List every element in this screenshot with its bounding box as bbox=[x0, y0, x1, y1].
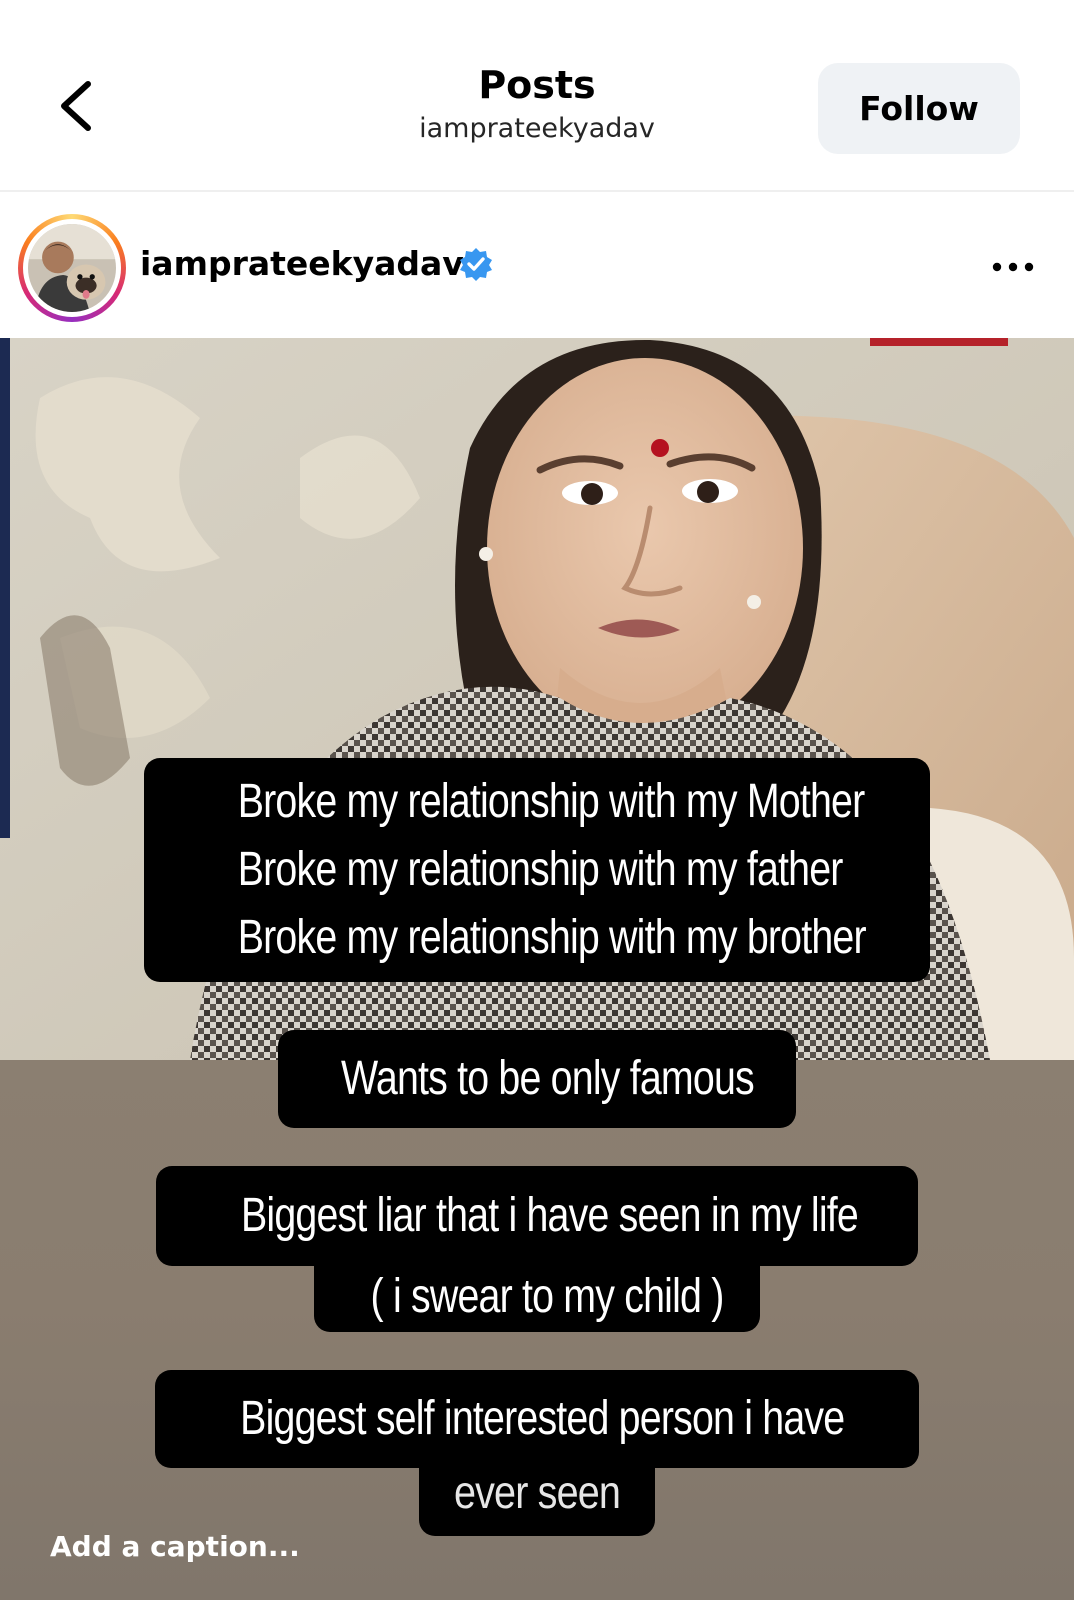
overlay-line: ( i swear to my child ) bbox=[370, 1270, 725, 1323]
overlay-box: ever seen bbox=[419, 1468, 655, 1536]
overlay-block-self-interested-second: ever seen bbox=[0, 1468, 1074, 1536]
post-header: iamprateekyadav bbox=[0, 194, 1074, 338]
overlay-block-relationships: Broke my relationship with my Mother Bro… bbox=[0, 758, 1074, 982]
overlay-line: Broke my relationship with my Mother bbox=[237, 775, 866, 828]
follow-button[interactable]: Follow bbox=[818, 63, 1020, 154]
avatar bbox=[28, 224, 116, 312]
overlay-box: Biggest liar that i have seen in my life bbox=[156, 1166, 918, 1266]
overlay-box: Biggest self interested person i have bbox=[155, 1370, 919, 1468]
overlay-block-famous: Wants to be only famous bbox=[0, 1030, 1074, 1128]
overlay-block-liar-second: ( i swear to my child ) bbox=[0, 1262, 1074, 1332]
overlay-line: Biggest liar that i have seen in my life bbox=[240, 1189, 859, 1242]
overlay-line: ever seen bbox=[453, 1466, 621, 1518]
post-username[interactable]: iamprateekyadav bbox=[140, 244, 464, 283]
more-options-icon[interactable] bbox=[990, 252, 1036, 282]
verified-badge-icon bbox=[460, 248, 492, 281]
overlay-box: Wants to be only famous bbox=[278, 1030, 796, 1128]
add-caption-input[interactable]: Add a caption... bbox=[50, 1530, 300, 1563]
overlay-line: Broke my relationship with my father bbox=[237, 843, 844, 896]
overlay-line: Biggest self interested person i have bbox=[240, 1392, 845, 1445]
overlay-box: Broke my relationship with my Mother Bro… bbox=[144, 758, 930, 982]
post-media[interactable]: Broke my relationship with my Mother Bro… bbox=[0, 338, 1074, 1600]
overlay-line: Wants to be only famous bbox=[341, 1052, 755, 1105]
overlay-box: ( i swear to my child ) bbox=[314, 1262, 760, 1332]
overlay-block-self-interested: Biggest self interested person i have bbox=[0, 1370, 1074, 1468]
overlay-line: Broke my relationship with my brother bbox=[237, 911, 867, 964]
story-ring[interactable] bbox=[18, 214, 126, 322]
overlay-block-liar: Biggest liar that i have seen in my life bbox=[0, 1166, 1074, 1266]
back-chevron-icon[interactable] bbox=[44, 70, 114, 140]
top-bar: Posts iamprateekyadav Follow bbox=[0, 0, 1074, 192]
